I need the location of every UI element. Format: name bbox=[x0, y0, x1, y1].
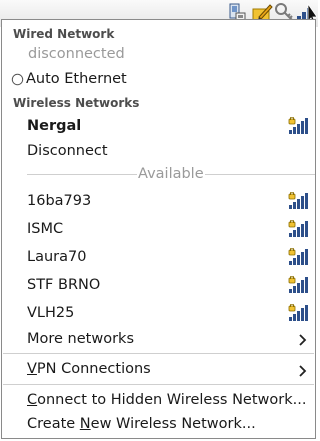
connect-hidden-network-item[interactable]: Connect to Hidden Wireless Network... bbox=[2, 388, 315, 414]
disconnect-label: Disconnect bbox=[27, 143, 108, 159]
wireless-network-item[interactable]: Laura70 bbox=[2, 244, 315, 270]
chevron-right-icon bbox=[299, 334, 307, 346]
wireless-networks-header: Wireless Networks bbox=[13, 96, 140, 110]
wired-status: disconnected bbox=[28, 46, 125, 62]
menu-separator bbox=[3, 384, 314, 385]
wireless-network-label: 16ba793 bbox=[27, 193, 92, 209]
create-mnemonic: N bbox=[79, 416, 91, 432]
hidden-mnemonic: C bbox=[27, 392, 38, 408]
signal-strength-lock-icon bbox=[288, 220, 308, 237]
network-menu: Wired Network disconnected Auto Ethernet… bbox=[1, 19, 316, 439]
wired-network-header: Wired Network bbox=[13, 27, 115, 41]
signal-strength-lock-icon bbox=[288, 117, 308, 134]
more-networks-item[interactable]: More networks bbox=[2, 326, 315, 352]
wireless-network-item[interactable]: STF BRNO bbox=[2, 272, 315, 298]
signal-strength-lock-icon bbox=[288, 192, 308, 209]
wireless-network-label: ISMC bbox=[27, 221, 64, 237]
auto-ethernet-label: Auto Ethernet bbox=[26, 71, 127, 87]
connected-network-label: Nergal bbox=[27, 118, 82, 134]
disconnect-item[interactable]: Disconnect bbox=[2, 139, 315, 165]
wireless-network-label: Laura70 bbox=[27, 249, 87, 265]
radio-icon bbox=[11, 73, 24, 86]
create-new-network-item[interactable]: Create New Wireless Network... bbox=[2, 412, 315, 438]
wireless-network-label: STF BRNO bbox=[27, 277, 101, 293]
signal-strength-lock-icon bbox=[288, 276, 308, 293]
vpn-mnemonic: V bbox=[27, 361, 37, 377]
wireless-network-item[interactable]: VLH25 bbox=[2, 300, 315, 326]
more-networks-label: More networks bbox=[27, 331, 134, 347]
wireless-network-item[interactable]: 16ba793 bbox=[2, 188, 315, 214]
vpn-connections-label: VPN Connections bbox=[27, 361, 151, 377]
connected-network-nergal[interactable]: Nergal bbox=[2, 113, 315, 139]
chevron-right-icon bbox=[299, 365, 307, 377]
menu-separator bbox=[3, 353, 314, 354]
available-separator-right bbox=[205, 174, 315, 175]
available-label: Available bbox=[138, 166, 204, 182]
signal-strength-lock-icon bbox=[288, 248, 308, 265]
available-separator-left bbox=[27, 174, 137, 175]
wireless-network-item[interactable]: ISMC bbox=[2, 216, 315, 242]
vpn-connections-item[interactable]: VPN Connections bbox=[2, 356, 315, 382]
signal-strength-lock-icon bbox=[288, 304, 308, 321]
create-new-network-label: Create New Wireless Network... bbox=[27, 416, 256, 432]
wireless-network-label: VLH25 bbox=[27, 305, 75, 321]
connect-hidden-network-label: Connect to Hidden Wireless Network... bbox=[27, 392, 307, 408]
auto-ethernet-option[interactable]: Auto Ethernet bbox=[2, 67, 315, 93]
